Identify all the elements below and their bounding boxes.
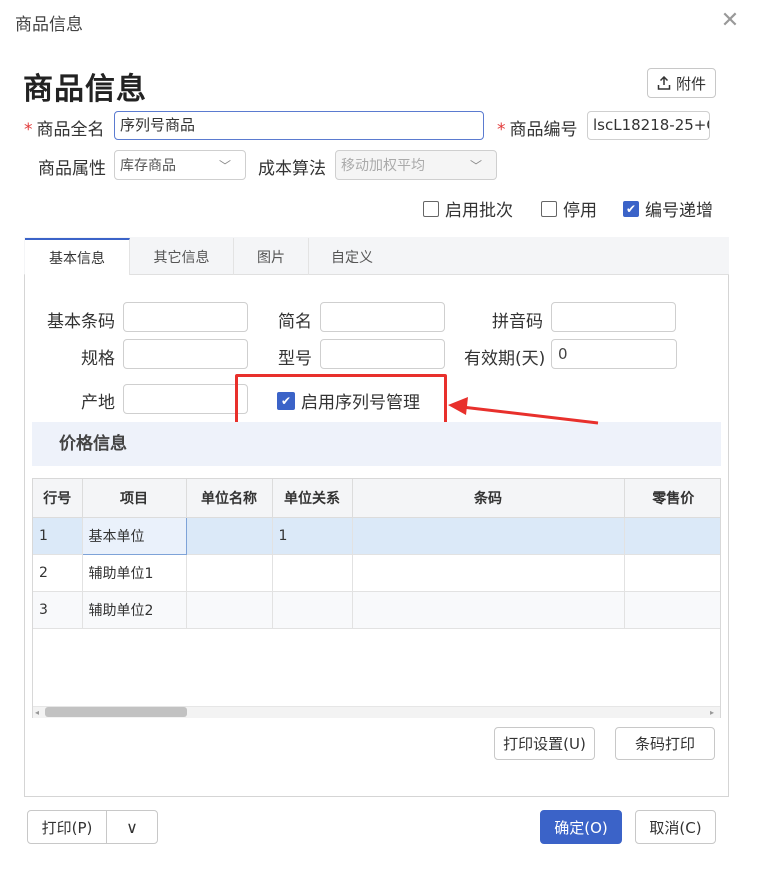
table-cell[interactable] [186, 517, 273, 555]
table-cell[interactable] [186, 554, 273, 592]
table-cell[interactable] [352, 591, 625, 629]
table-cell[interactable]: 基本单位 [81, 516, 187, 555]
validity-label: 有效期(天) [464, 349, 546, 369]
full-name-label-text: 商品全名 [36, 120, 105, 140]
spec-input[interactable] [123, 339, 248, 369]
full-name-label: * 商品全名 [24, 115, 105, 140]
check-icon: ✔ [277, 391, 295, 410]
origin-label: 产地 [81, 393, 115, 413]
checkbox-auto-increment-label: 编号递增 [645, 201, 713, 221]
column-header[interactable]: 项目 [82, 479, 187, 518]
table-row[interactable]: 3 辅助单位2 [33, 591, 720, 629]
cost-select[interactable]: 移动加权平均 ﹀ [335, 150, 497, 180]
checkbox-auto-increment[interactable]: ✔ 编号递增 [623, 196, 713, 221]
code-label-text: 商品编号 [509, 120, 578, 140]
column-header[interactable]: 行号 [33, 479, 83, 518]
code-label: * 商品编号 [497, 115, 578, 140]
checkbox-batch[interactable]: 启用批次 [423, 196, 513, 221]
barcode-input[interactable] [123, 302, 248, 332]
chevron-down-icon: ﹀ [469, 158, 482, 173]
column-header[interactable]: 条码 [352, 479, 625, 518]
table-cell[interactable]: 1 [33, 517, 83, 555]
table-cell[interactable] [624, 517, 720, 555]
column-header[interactable]: 单位名称 [186, 479, 273, 518]
price-section-title: 价格信息 [32, 422, 721, 466]
tab-images[interactable]: 图片 [234, 238, 309, 275]
tab-custom[interactable]: 自定义 [309, 238, 395, 275]
table-row[interactable]: 1 基本单位 1 [33, 516, 720, 555]
table-header-row: 行号 项目 单位名称 单位关系 条码 零售价 [33, 479, 720, 518]
cancel-button[interactable]: 取消(C) [635, 810, 716, 844]
checkbox-disabled-label: 停用 [563, 201, 597, 221]
table-cell[interactable] [272, 591, 353, 629]
required-mark: * [497, 120, 506, 140]
scroll-left-icon[interactable]: ◂ [35, 708, 39, 717]
chevron-down-icon: ﹀ [218, 158, 231, 173]
page-title: 商品信息 [23, 72, 147, 107]
column-header[interactable]: 单位关系 [272, 479, 353, 518]
tab-basic-info[interactable]: 基本信息 [25, 238, 130, 275]
barcode-print-button[interactable]: 条码打印 [615, 727, 715, 760]
scroll-right-icon[interactable]: ▸ [710, 708, 714, 717]
required-mark: * [24, 120, 33, 140]
print-dropdown-button[interactable]: ∨ [106, 810, 158, 844]
attach-button[interactable]: 附件 [647, 68, 716, 98]
checkbox-box [423, 200, 439, 217]
table-cell[interactable] [624, 554, 720, 592]
tab-other-info[interactable]: 其它信息 [130, 238, 234, 275]
serial-management-label: 启用序列号管理 [301, 393, 420, 413]
table-cell[interactable] [352, 554, 625, 592]
table-cell[interactable]: 辅助单位2 [82, 591, 187, 629]
attr-select-value: 库存商品 [120, 158, 176, 174]
origin-input[interactable] [123, 384, 248, 414]
barcode-label: 基本条码 [47, 312, 115, 332]
attach-label: 附件 [675, 74, 706, 93]
checkbox-batch-label: 启用批次 [445, 201, 513, 221]
attr-label: 商品属性 [38, 159, 106, 179]
annotation-arrow-icon [448, 397, 599, 425]
table-cell[interactable]: 2 [33, 554, 83, 592]
checkbox-disabled[interactable]: 停用 [541, 196, 597, 221]
close-icon[interactable]: ✕ [720, 10, 740, 32]
upload-icon [657, 76, 671, 90]
confirm-button[interactable]: 确定(O) [540, 810, 622, 844]
cost-label: 成本算法 [258, 159, 326, 179]
scrollbar-thumb[interactable] [45, 707, 187, 717]
code-input[interactable]: lscL18218-25+C [587, 111, 710, 140]
model-input[interactable] [320, 339, 445, 369]
spec-label: 规格 [81, 349, 115, 369]
pinyin-input[interactable] [551, 302, 676, 332]
checkbox-box [541, 200, 557, 217]
table-cell[interactable]: 3 [33, 591, 83, 629]
table-row[interactable]: 2 辅助单位1 [33, 554, 720, 592]
cost-select-value: 移动加权平均 [341, 158, 425, 174]
check-icon: ✔ [623, 200, 639, 217]
column-header[interactable]: 零售价 [624, 479, 720, 518]
table-cell[interactable] [272, 554, 353, 592]
validity-input[interactable]: 0 [551, 339, 677, 369]
table-cell[interactable]: 1 [272, 517, 353, 555]
checkbox-serial-management[interactable]: ✔ 启用序列号管理 [277, 388, 420, 413]
table-cell[interactable] [352, 517, 625, 555]
model-label: 型号 [278, 349, 312, 369]
chevron-down-icon: ∨ [126, 817, 138, 837]
print-button[interactable]: 打印(P) [27, 810, 107, 844]
print-settings-button[interactable]: 打印设置(U) [494, 727, 595, 760]
short-name-label: 简名 [278, 312, 312, 332]
price-table: 行号 项目 单位名称 单位关系 条码 零售价 1 基本单位 1 2 辅助单位1 [32, 478, 721, 718]
pinyin-label: 拼音码 [492, 312, 543, 332]
table-cell[interactable] [186, 591, 273, 629]
full-name-input[interactable]: 序列号商品 [114, 111, 484, 140]
window-title: 商品信息 [15, 15, 83, 35]
table-cell[interactable]: 辅助单位1 [82, 554, 187, 592]
attr-select[interactable]: 库存商品 ﹀ [114, 150, 246, 180]
table-cell[interactable] [624, 591, 720, 629]
short-name-input[interactable] [320, 302, 445, 332]
